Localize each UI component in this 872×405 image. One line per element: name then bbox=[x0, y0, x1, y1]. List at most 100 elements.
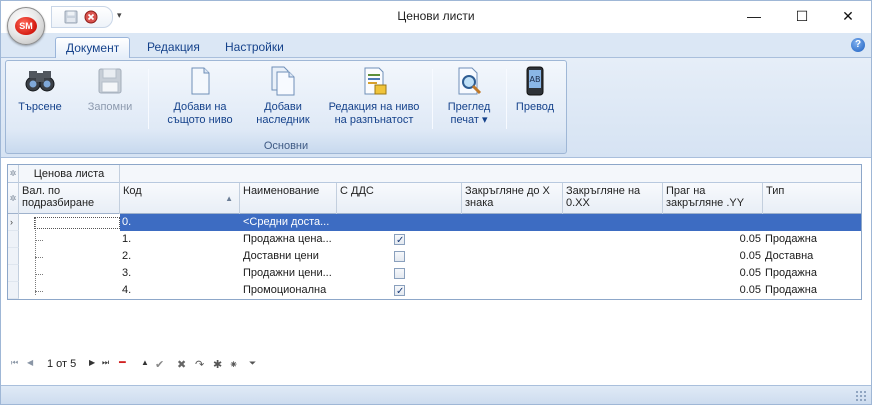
row-indicator[interactable] bbox=[8, 282, 19, 299]
cell-threshold[interactable]: 0.05 bbox=[663, 248, 763, 265]
goto-bookmark-icon[interactable]: ⁕ bbox=[229, 358, 238, 371]
add-same-level-label-1: Добави на bbox=[173, 101, 227, 113]
cell-type[interactable]: Продажна bbox=[763, 282, 861, 299]
document-icon bbox=[191, 67, 210, 95]
column-header-round-x[interactable]: Закръгляне до X знака bbox=[462, 183, 563, 214]
column-header-code-label: Код bbox=[123, 185, 142, 197]
save-record-button[interactable]: Запомни bbox=[80, 65, 140, 114]
add-child-button[interactable]: Добави наследник bbox=[248, 65, 318, 127]
ribbon-group-main: Търсене Запомни Добави на същото ниво До… bbox=[5, 60, 567, 154]
column-header-code[interactable]: Код ▲ bbox=[120, 183, 240, 214]
table-row[interactable]: 2. Доставни цени 0.05 Доставна bbox=[8, 248, 861, 265]
translate-button[interactable]: AB Превод bbox=[512, 65, 558, 114]
application-menu-button[interactable]: SM bbox=[7, 7, 45, 45]
minimize-button[interactable]: — bbox=[731, 1, 777, 31]
cell-threshold[interactable]: 0.05 bbox=[663, 265, 763, 282]
add-same-level-button[interactable]: Добави на същото ниво bbox=[158, 65, 242, 127]
table-row[interactable]: 1. Продажна цена... 0.05 Продажна bbox=[8, 231, 861, 249]
print-preview-label-1: Преглед bbox=[447, 101, 491, 113]
tree-connector bbox=[35, 257, 43, 258]
vat-checkbox[interactable] bbox=[394, 268, 405, 279]
move-up-icon[interactable]: ▲ bbox=[141, 358, 149, 367]
delete-record-icon[interactable]: ━ bbox=[119, 356, 126, 369]
tab-document[interactable]: Документ bbox=[55, 37, 131, 59]
row-indicator[interactable] bbox=[8, 265, 19, 282]
last-record-icon[interactable]: ⏭ bbox=[102, 358, 109, 368]
column-header-threshold[interactable]: Праг на закръгляне .YY bbox=[663, 183, 763, 214]
column-header-round-xx[interactable]: Закръгляне на 0.XX bbox=[563, 183, 663, 214]
cell-type[interactable]: Доставна bbox=[763, 248, 861, 265]
add-child-label-1: Добави bbox=[264, 101, 302, 113]
ribbon-separator bbox=[148, 69, 149, 129]
tree-connector bbox=[35, 240, 43, 241]
save-record-label: Запомни bbox=[87, 101, 133, 113]
filter-icon[interactable]: ⏷ bbox=[249, 358, 256, 369]
bookmark-icon[interactable]: ✱ bbox=[213, 358, 222, 371]
cell-code[interactable]: 1. bbox=[120, 231, 240, 248]
tree-connector bbox=[35, 291, 43, 292]
cell-name[interactable]: Промоционална bbox=[241, 282, 337, 299]
vat-checkbox[interactable] bbox=[394, 232, 405, 249]
edit-level-button[interactable]: Редакция на ниво на разпънатост bbox=[322, 65, 426, 127]
vat-checkbox[interactable] bbox=[394, 283, 405, 300]
search-label: Търсене bbox=[18, 101, 62, 113]
table-row[interactable]: 4. Промоционална 0.05 Продажна bbox=[8, 282, 861, 300]
refresh-icon[interactable]: ↷ bbox=[195, 358, 204, 371]
cell-name[interactable]: Продажни цени... bbox=[241, 265, 337, 282]
cancel-changes-icon[interactable]: ✖ bbox=[177, 358, 186, 371]
table-row[interactable]: 3. Продажни цени... 0.05 Продажна bbox=[8, 265, 861, 282]
focused-cell-frame bbox=[34, 217, 120, 229]
record-position: 1 от 5 bbox=[47, 358, 77, 370]
band-indicator-icon[interactable]: ✲ bbox=[8, 165, 19, 183]
cell-threshold[interactable]: 0.05 bbox=[663, 282, 763, 299]
tab-edit[interactable]: Редакция bbox=[137, 37, 210, 58]
grid-band-row: ✲ Ценова листа bbox=[8, 165, 861, 183]
row-indicator[interactable] bbox=[8, 248, 19, 265]
ribbon-group-label: Основни bbox=[263, 140, 309, 152]
floppy-disk-icon bbox=[98, 68, 122, 94]
ribbon: Търсене Запомни Добави на същото ниво До… bbox=[1, 58, 871, 158]
cell-code[interactable]: 2. bbox=[120, 248, 240, 265]
maximize-button[interactable]: ☐ bbox=[779, 1, 825, 31]
cell-code[interactable]: 0. bbox=[120, 214, 240, 231]
edit-level-label-2: на разпънатост bbox=[334, 114, 414, 126]
cell-type[interactable]: Продажна bbox=[763, 265, 861, 282]
cell-name[interactable]: Продажна цена... bbox=[241, 231, 337, 248]
grid-header-row: ✲ Вал. по подразбиране Код ▲ Наименовани… bbox=[8, 183, 861, 214]
add-child-label-2: наследник bbox=[256, 114, 310, 126]
apply-changes-icon[interactable]: ✔ bbox=[155, 358, 164, 371]
first-record-icon[interactable]: ⏮ bbox=[11, 358, 18, 368]
row-indicator[interactable]: › bbox=[8, 214, 19, 231]
cell-threshold[interactable]: 0.05 bbox=[663, 231, 763, 248]
add-same-level-label-2: същото ниво bbox=[167, 114, 233, 126]
next-record-icon[interactable]: ▶ bbox=[89, 358, 95, 367]
tree-connector bbox=[35, 274, 43, 275]
band-header-price-list[interactable]: Ценова листа bbox=[19, 165, 120, 183]
help-icon[interactable]: ? bbox=[851, 38, 865, 52]
cell-code[interactable]: 4. bbox=[120, 282, 240, 299]
data-navigator: ⏮ ◀ 1 от 5 ▶ ⏭ ━ ▲ ✔ ✖ ↷ ✱ ⁕ ⏷ bbox=[7, 355, 267, 375]
column-header-name[interactable]: Наименование bbox=[240, 183, 337, 214]
row-indicator[interactable] bbox=[8, 231, 19, 248]
tab-settings[interactable]: Настройки bbox=[215, 37, 294, 58]
table-row[interactable]: › 0. <Средни доста... bbox=[8, 214, 861, 231]
binoculars-icon bbox=[25, 71, 55, 92]
cell-type[interactable]: Продажна bbox=[763, 231, 861, 248]
previous-record-icon[interactable]: ◀ bbox=[27, 358, 33, 367]
print-preview-button[interactable]: Преглед печат ▾ bbox=[440, 65, 498, 127]
resize-grip-icon[interactable] bbox=[855, 390, 867, 402]
app-logo: SM bbox=[15, 17, 37, 35]
close-button[interactable]: ✕ bbox=[825, 1, 871, 31]
column-chooser-icon[interactable]: ✲ bbox=[8, 183, 19, 214]
search-button[interactable]: Търсене bbox=[12, 65, 68, 114]
translate-label: Превод bbox=[515, 101, 555, 113]
column-header-vat[interactable]: С ДДС bbox=[337, 183, 462, 214]
vat-checkbox[interactable] bbox=[394, 251, 405, 262]
cell-code[interactable]: 3. bbox=[120, 265, 240, 282]
cell-name[interactable]: <Средни доста... bbox=[241, 214, 337, 231]
sort-ascending-icon: ▲ bbox=[225, 194, 233, 203]
column-header-default-currency[interactable]: Вал. по подразбиране bbox=[19, 183, 120, 214]
column-header-type[interactable]: Тип bbox=[763, 183, 861, 214]
cell-name[interactable]: Доставни цени bbox=[241, 248, 337, 265]
print-preview-icon bbox=[458, 67, 482, 95]
